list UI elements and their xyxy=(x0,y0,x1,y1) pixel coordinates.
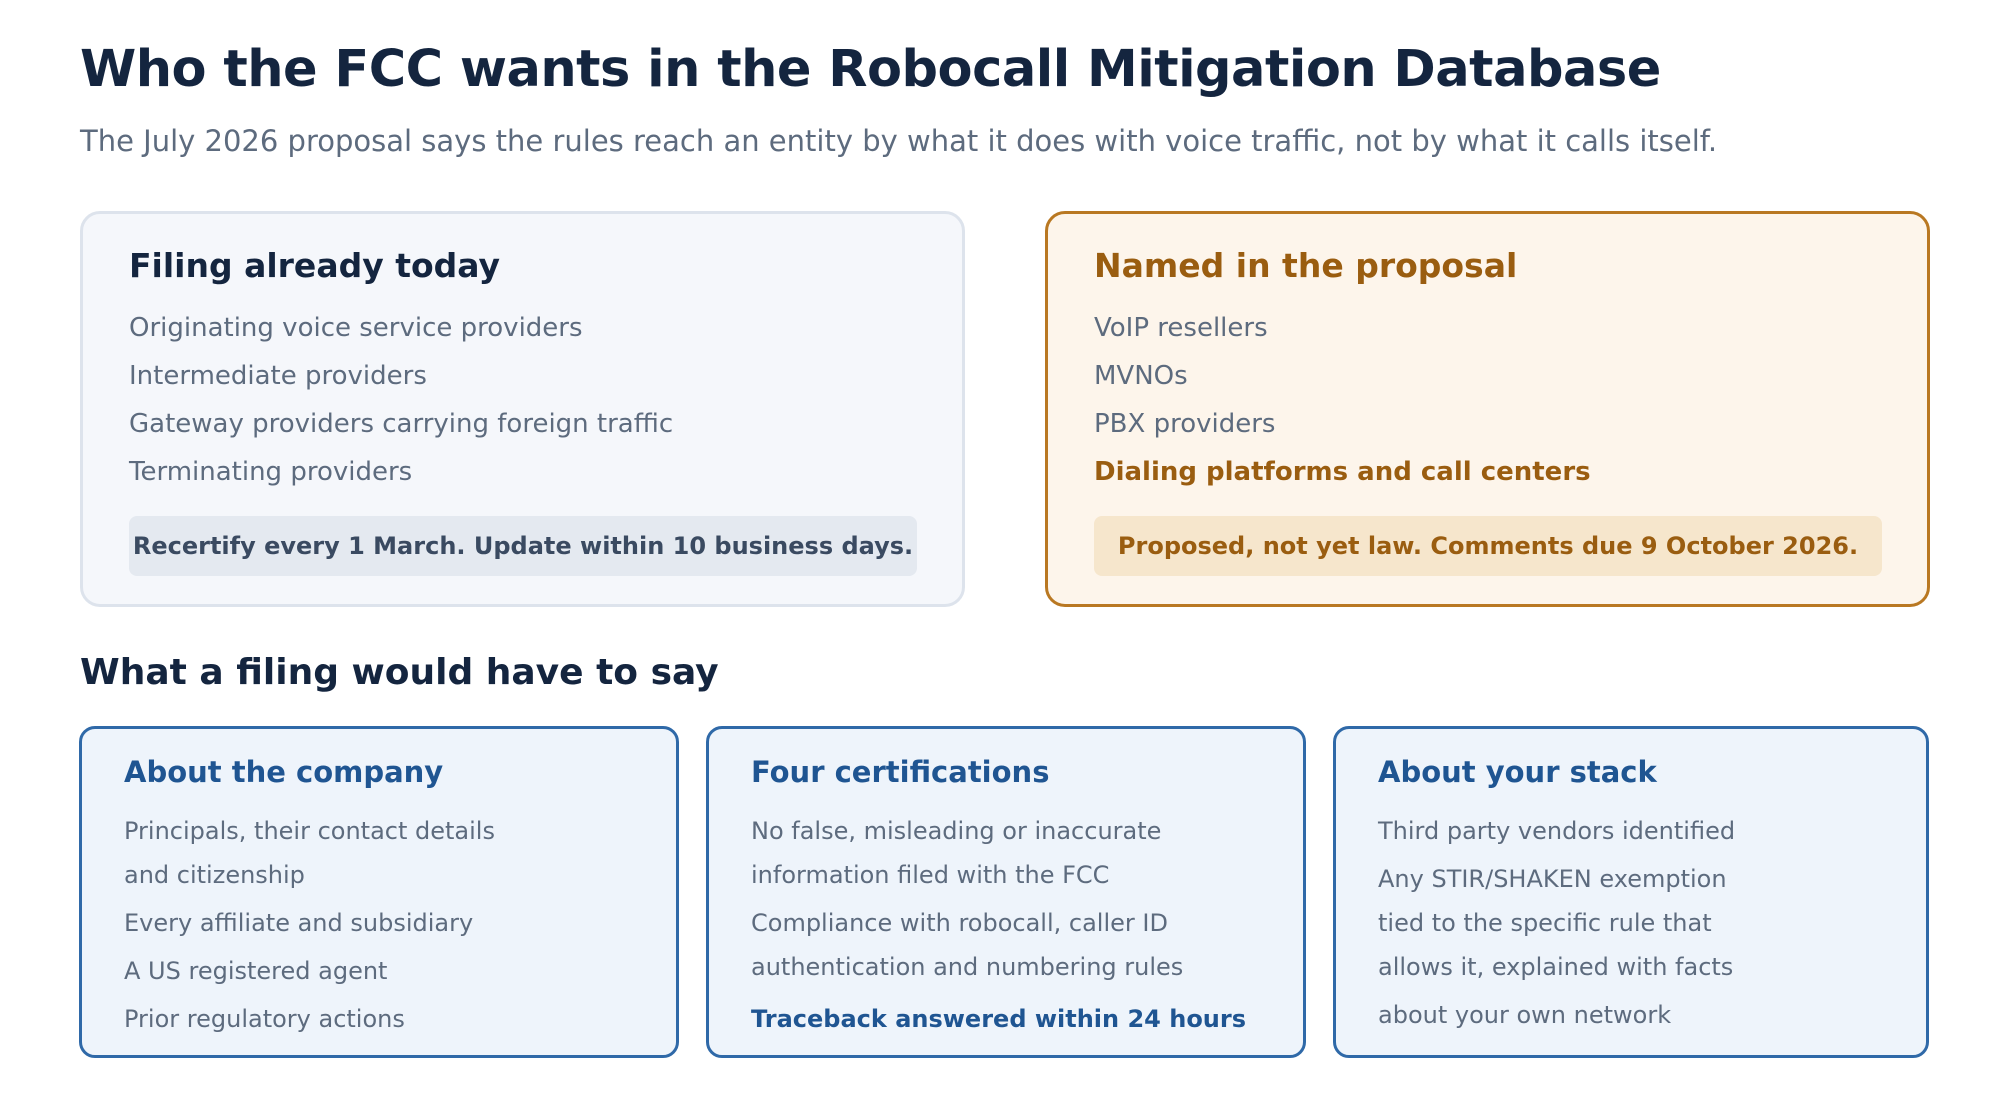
card-body: No false, misleading or inaccurate infor… xyxy=(751,809,1246,1041)
panel-heading: Filing already today xyxy=(129,246,501,285)
card-line: Third party vendors identified xyxy=(1378,817,1736,845)
card-line: Every affiliate and subsidiary xyxy=(124,909,474,937)
card-line: A US registered agent xyxy=(124,957,388,985)
card-line: Principals, their contact details xyxy=(124,817,495,845)
card-line: No false, misleading or inaccurate xyxy=(751,817,1162,845)
card-four-certifications: Four certifications No false, misleading… xyxy=(706,726,1306,1058)
list-item: Intermediate providers xyxy=(129,361,427,391)
card-heading: Four certifications xyxy=(751,755,1050,789)
card-line: Any STIR/SHAKEN exemption xyxy=(1378,865,1727,893)
proposed-entity-list: VoIP resellers MVNOs PBX providers Diali… xyxy=(1094,304,1591,496)
card-line: Compliance with robocall, caller ID xyxy=(751,909,1168,937)
card-line: tied to the specific rule that xyxy=(1378,909,1712,937)
recertify-note: Recertify every 1 March. Update within 1… xyxy=(129,516,917,576)
card-body: Third party vendors identified Any STIR/… xyxy=(1378,809,1735,1037)
card-line: authentication and numbering rules xyxy=(751,953,1184,981)
panel-heading: Named in the proposal xyxy=(1094,246,1518,285)
list-item: MVNOs xyxy=(1094,361,1188,391)
list-item: VoIP resellers xyxy=(1094,313,1268,343)
card-body: Principals, their contact details and ci… xyxy=(124,809,495,1041)
panel-named-in-proposal: Named in the proposal VoIP resellers MVN… xyxy=(1045,211,1930,607)
list-item: Terminating providers xyxy=(129,457,413,487)
card-heading: About the company xyxy=(124,755,444,789)
card-line: and citizenship xyxy=(124,861,305,889)
card-line: about your own network xyxy=(1378,1001,1672,1029)
card-about-company: About the company Principals, their cont… xyxy=(79,726,679,1058)
card-line-highlighted: Traceback answered within 24 hours xyxy=(751,1005,1247,1033)
provider-list: Originating voice service providers Inte… xyxy=(129,304,673,496)
list-item-highlighted: Dialing platforms and call centers xyxy=(1094,457,1591,487)
card-line: Prior regulatory actions xyxy=(124,1005,405,1033)
panel-filing-today: Filing already today Originating voice s… xyxy=(80,211,965,607)
list-item: Gateway providers carrying foreign traff… xyxy=(129,409,674,439)
page-subtitle: The July 2026 proposal says the rules re… xyxy=(80,124,1718,158)
card-line: information filed with the FCC xyxy=(751,861,1110,889)
list-item: PBX providers xyxy=(1094,409,1276,439)
proposal-status-note: Proposed, not yet law. Comments due 9 Oc… xyxy=(1094,516,1882,576)
page-title: Who the FCC wants in the Robocall Mitiga… xyxy=(80,40,1661,99)
card-line: allows it, explained with facts xyxy=(1378,953,1734,981)
card-heading: About your stack xyxy=(1378,755,1657,789)
section-title: What a filing would have to say xyxy=(80,652,719,693)
card-about-stack: About your stack Third party vendors ide… xyxy=(1333,726,1929,1058)
list-item: Originating voice service providers xyxy=(129,313,583,343)
